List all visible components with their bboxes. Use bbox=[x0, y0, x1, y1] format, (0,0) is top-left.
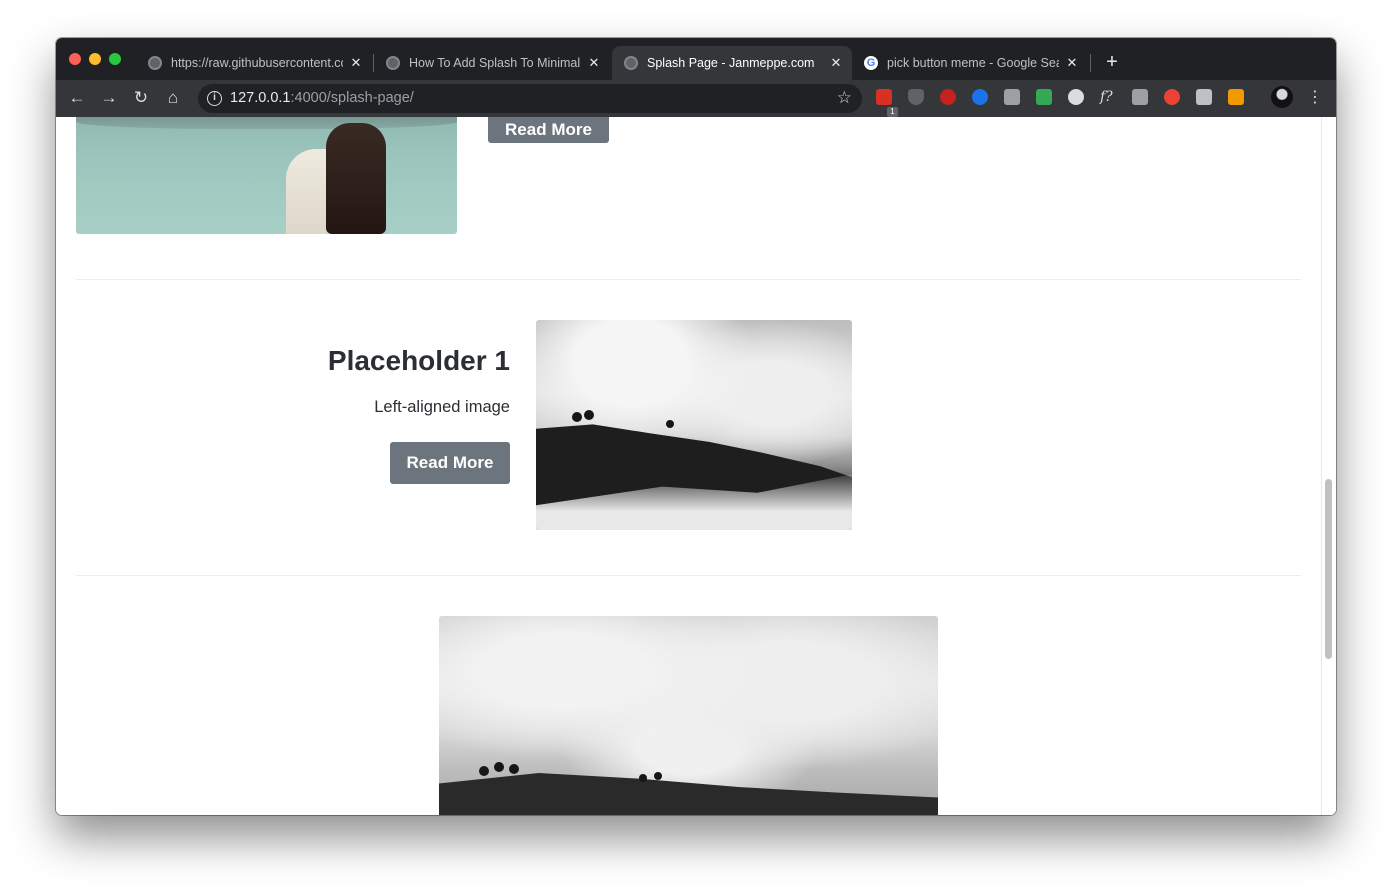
page-viewport: Read More Placeholder 1 Left-aligned ima… bbox=[56, 117, 1336, 815]
google-icon: G bbox=[864, 56, 878, 70]
site-info-icon[interactable]: i bbox=[207, 91, 222, 106]
address-bar[interactable]: i 127.0.0.1:4000/splash-page/ ☆ bbox=[198, 84, 862, 113]
tab-label: https://raw.githubusercontent.com bbox=[171, 56, 343, 70]
minimize-window-button[interactable] bbox=[89, 53, 101, 65]
zoom-window-button[interactable] bbox=[109, 53, 121, 65]
bank-extension-icon[interactable] bbox=[972, 89, 988, 105]
read-more-button[interactable]: Read More bbox=[390, 442, 510, 484]
reload-icon[interactable]: ↻ bbox=[131, 88, 151, 108]
back-arrow-icon[interactable]: ← bbox=[67, 88, 87, 108]
tab-splash-page[interactable]: Splash Page - Janmeppe.com ✕ bbox=[612, 46, 852, 80]
feature-excerpt: Left-aligned image bbox=[374, 398, 510, 416]
close-tab-icon[interactable]: ✕ bbox=[828, 55, 844, 71]
screenshot-extension-icon[interactable] bbox=[1228, 89, 1244, 105]
tab-label: pick button meme - Google Search bbox=[887, 56, 1059, 70]
feature-image-sea bbox=[76, 117, 457, 234]
feature-image-clouds bbox=[536, 320, 852, 530]
globe-icon bbox=[148, 56, 162, 70]
adblock-hand-icon[interactable] bbox=[940, 89, 956, 105]
scrollbar-thumb[interactable] bbox=[1325, 479, 1332, 659]
browser-window: https://raw.githubusercontent.com ✕ How … bbox=[56, 38, 1336, 815]
circle-extension-icon[interactable] bbox=[1068, 89, 1084, 105]
tab-strip: https://raw.githubusercontent.com ✕ How … bbox=[56, 38, 1336, 80]
shapes-extension-icon[interactable] bbox=[1036, 89, 1052, 105]
calendar-extension-icon[interactable] bbox=[876, 89, 892, 105]
tab-separator bbox=[1090, 54, 1091, 72]
section-divider bbox=[76, 575, 1301, 576]
close-tab-icon[interactable]: ✕ bbox=[586, 55, 602, 71]
camera-icon[interactable] bbox=[1196, 89, 1212, 105]
tab-label: How To Add Splash To Minimal Mistakes bbox=[409, 56, 581, 70]
tab-pick-button-meme[interactable]: G pick button meme - Google Search ✕ bbox=[852, 46, 1088, 80]
section-divider bbox=[76, 279, 1301, 280]
url-text[interactable]: 127.0.0.1:4000/splash-page/ bbox=[230, 90, 414, 106]
close-window-button[interactable] bbox=[69, 53, 81, 65]
read-more-button-top[interactable]: Read More bbox=[488, 117, 609, 143]
forward-arrow-icon[interactable]: → bbox=[99, 88, 119, 108]
new-tab-button[interactable]: + bbox=[1102, 52, 1122, 72]
scrollbar-track[interactable] bbox=[1321, 117, 1336, 815]
browser-toolbar: ← → ↻ ⌂ i 127.0.0.1:4000/splash-page/ ☆ … bbox=[56, 80, 1336, 117]
youtube-play-icon[interactable] bbox=[1164, 89, 1180, 105]
kebab-menu-icon[interactable]: ⋮ bbox=[1307, 88, 1323, 108]
tab-raw-githubusercontent[interactable]: https://raw.githubusercontent.com ✕ bbox=[136, 46, 372, 80]
function-extension-icon[interactable]: f? bbox=[1100, 89, 1116, 105]
globe-icon bbox=[386, 56, 400, 70]
play-extension-icon[interactable] bbox=[1004, 89, 1020, 105]
ublock-shield-icon[interactable] bbox=[908, 89, 924, 105]
tab-how-to-add-splash[interactable]: How To Add Splash To Minimal Mistakes ✕ bbox=[374, 46, 610, 80]
profile-avatar[interactable] bbox=[1271, 86, 1293, 108]
globe-icon bbox=[624, 56, 638, 70]
feature-image-clouds-wide bbox=[439, 616, 938, 815]
home-icon[interactable]: ⌂ bbox=[163, 88, 183, 108]
close-tab-icon[interactable]: ✕ bbox=[1064, 55, 1080, 71]
close-tab-icon[interactable]: ✕ bbox=[348, 55, 364, 71]
extension-badge: 1 bbox=[887, 107, 898, 117]
bookmark-star-icon[interactable]: ☆ bbox=[837, 88, 852, 108]
css-extension-icon[interactable] bbox=[1132, 89, 1148, 105]
tab-label: Splash Page - Janmeppe.com bbox=[647, 56, 815, 70]
feature-title: Placeholder 1 bbox=[327, 345, 510, 376]
